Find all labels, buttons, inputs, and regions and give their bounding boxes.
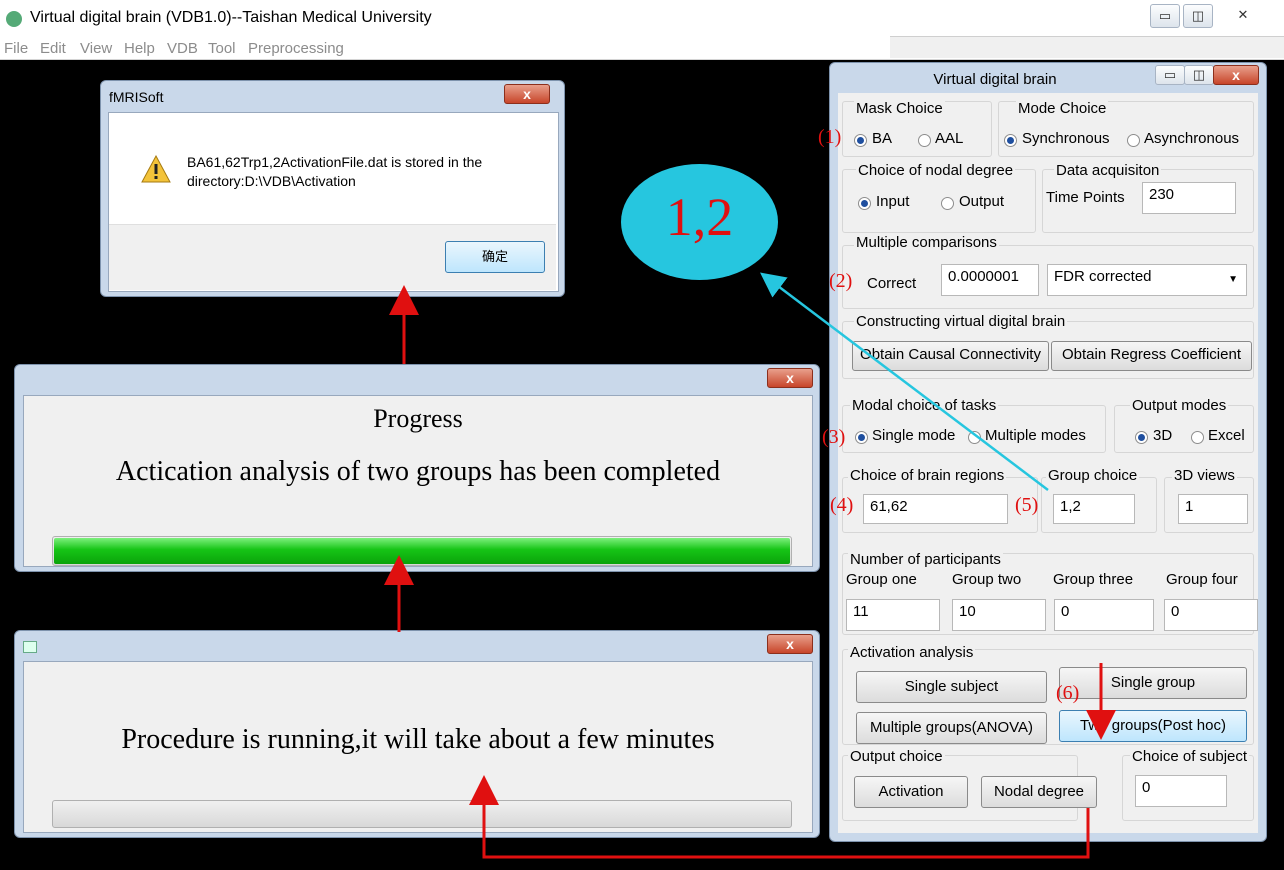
arrow-two-groups-to-running	[469, 775, 1090, 859]
arrow-group-choice-to-callout	[760, 272, 1049, 491]
annotation-arrows	[384, 272, 1116, 859]
